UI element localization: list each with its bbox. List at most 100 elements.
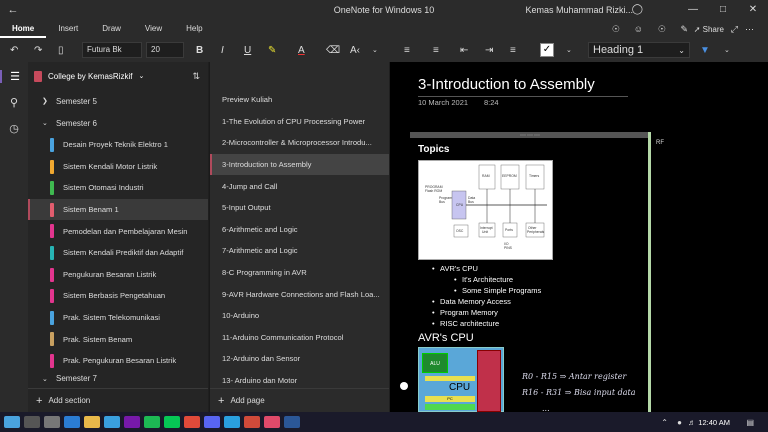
bullet-item[interactable]: RISC architecture [432,319,499,328]
align-icon[interactable]: ≡ [510,45,516,56]
section-item[interactable]: Sistem Kendali Prediktif dan Adaptif [28,242,208,264]
bullet-item[interactable]: Some Simple Programs [454,286,541,295]
page-item[interactable]: 9-AVR Hardware Connections and Flash Loa… [210,283,389,305]
emoji-icon[interactable]: ☺ [634,24,643,34]
close-button[interactable]: ✕ [738,0,768,20]
task-view-icon[interactable] [44,416,60,428]
page-item[interactable]: 2-Microcontroller & Microprocessor Intro… [210,132,389,154]
recent-icon[interactable]: ◷ [0,122,28,135]
todo-checkbox[interactable]: ✓ [540,43,554,57]
bullet-item[interactable]: Program Memory [432,308,498,317]
more-chevron-icon[interactable]: ⌄ [724,46,730,54]
section-group-semester-7[interactable]: ⌄ Semester 7 [28,372,208,386]
font-color-icon[interactable]: A [298,45,305,56]
tab-draw[interactable]: Draw [90,20,133,38]
page-item[interactable]: 12-Arduino dan Sensor [210,348,389,370]
section-item[interactable]: Pengukuran Besaran Listrik [28,264,208,286]
page-item[interactable]: 7-Arithmetic and Logic [210,240,389,262]
bullet-item[interactable]: It's Architecture [454,275,513,284]
wifi-icon[interactable]: ● [677,418,682,427]
section-item[interactable]: Prak. Sistem Benam [28,328,208,350]
section-item[interactable]: Sistem Otomasi Industri [28,177,208,199]
minimize-button[interactable]: — [678,0,708,20]
tag-chevron-icon[interactable]: ⌄ [566,46,572,54]
redo-icon[interactable]: ↷ [34,45,42,56]
styles-chevron-icon[interactable]: ⌄ [372,46,378,54]
telegram-icon[interactable] [224,416,240,428]
file-explorer-icon[interactable] [84,416,100,428]
bold-icon[interactable]: B [196,45,203,56]
taskbar-clock[interactable]: 12:40 AM [698,418,730,427]
account-avatar-icon[interactable]: ◯ [632,0,643,20]
highlight-icon[interactable]: ✎ [268,45,276,56]
more-options-icon[interactable]: ⋯ [745,24,754,35]
notebook-header[interactable]: College by KemasRizkif ⌄ ⇅ [28,62,208,90]
underline-icon[interactable]: U [244,45,251,56]
back-arrow-icon[interactable]: ← [0,4,26,16]
search-taskbar-icon[interactable] [24,416,40,428]
section-item[interactable]: Sistem Benam 1 [28,198,208,221]
page-item[interactable]: 6-Arithmetic and Logic [210,219,389,241]
font-size-field[interactable]: 20 [146,42,184,58]
mail-icon[interactable] [104,416,120,428]
onenote-icon[interactable] [124,416,140,428]
bullet-item[interactable]: AVR's CPU [432,264,478,273]
clipboard-icon[interactable]: ▯ [58,45,64,56]
indent-icon[interactable]: ⇥ [485,45,493,56]
page-item[interactable]: 1-The Evolution of CPU Processing Power [210,111,389,133]
section-group-semester-5[interactable]: ❯ Semester 5 [28,90,208,112]
add-section-button[interactable]: + Add section [28,388,208,412]
line-icon[interactable] [164,416,180,428]
font-family-field[interactable]: Futura Bk [82,42,142,58]
add-page-button[interactable]: + Add page [210,388,389,412]
tab-insert[interactable]: Insert [46,20,90,38]
app-icon[interactable] [244,416,260,428]
tag-icon[interactable]: ▼ [700,45,710,56]
tray-chevron-icon[interactable]: ⌃ [661,418,668,427]
container-drag-handle[interactable]: ⋯⋯⋯ [520,132,541,139]
page-title[interactable]: 3-Introduction to Assembly [418,76,628,97]
page-item[interactable]: 11-Arduino Communication Protocol [210,327,389,349]
chrome-icon[interactable] [184,416,200,428]
styles-icon[interactable]: A‹ [350,45,360,56]
word-icon[interactable] [284,416,300,428]
pen-icon[interactable]: ✎ [680,24,688,35]
note-canvas[interactable]: 3-Introduction to Assembly 10 March 2021… [390,62,768,412]
app-icon[interactable] [264,416,280,428]
section-group-semester-6[interactable]: ⌄ Semester 6 [28,112,208,134]
notification-icon[interactable]: ▤ [746,418,754,427]
record-icon[interactable] [400,382,408,390]
page-item[interactable]: 5-Input Output [210,197,389,219]
heading-style-dropdown[interactable]: Heading 1 ⌄ [588,42,690,58]
volume-icon[interactable]: ♬ [688,418,696,427]
tab-help[interactable]: Help [174,20,214,38]
section-item[interactable]: Desain Proyek Teknik Elektro 1 [28,134,208,156]
page-item[interactable]: 4-Jump and Call [210,175,389,197]
clear-format-icon[interactable]: ⌫ [326,45,340,56]
share-button[interactable]: ➚ Share [694,25,724,34]
discord-icon[interactable] [204,416,220,428]
spotify-icon[interactable] [144,416,160,428]
windows-start-icon[interactable] [4,416,20,428]
edge-icon[interactable] [64,416,80,428]
italic-icon[interactable]: I [221,45,224,56]
outdent-icon[interactable]: ⇤ [460,45,468,56]
section-item[interactable]: Sistem Berbasis Pengetahuan [28,285,208,307]
tab-home[interactable]: Home [0,20,47,38]
bullet-list-icon[interactable]: ≡ [404,45,410,56]
page-item[interactable]: 3-Introduction to Assembly [210,153,389,176]
account-name[interactable]: Kemas Muhammad Rizki... [525,5,633,15]
section-item[interactable]: Pemodelan dan Pembelajaran Mesin [28,220,208,242]
fullscreen-icon[interactable]: ⤢ [731,24,738,35]
undo-icon[interactable]: ↶ [10,45,18,56]
sort-icon[interactable]: ⇅ [192,71,200,82]
bell-icon[interactable]: ☉ [612,24,620,35]
lightbulb-icon[interactable]: ☉ [658,24,666,35]
bullet-item[interactable]: Data Memory Access [432,297,511,306]
numbered-list-icon[interactable]: ≡ [433,45,439,56]
section-item[interactable]: Prak. Sistem Telekomunikasi [28,307,208,329]
section-item[interactable]: Sistem Kendali Motor Listrik [28,156,208,178]
maximize-button[interactable]: □ [708,0,738,20]
notebooks-icon[interactable]: ☰ [0,70,28,83]
page-item[interactable]: 10-Arduino [210,305,389,327]
